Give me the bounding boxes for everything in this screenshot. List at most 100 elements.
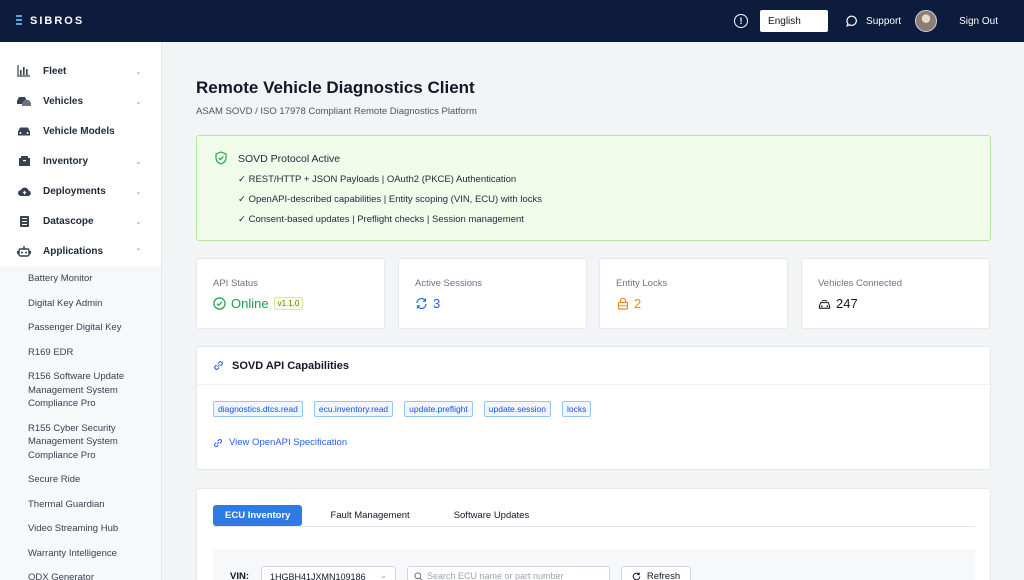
sidebar-item-label: Datascope [43, 215, 94, 227]
protocol-status-alert: SOVD Protocol Active ✓ REST/HTTP + JSON … [196, 135, 991, 241]
inventory-icon [16, 154, 32, 168]
sidebar-subitem-r155-csms[interactable]: R155 Cyber Security Management System Co… [0, 418, 161, 470]
sidebar-subitem-warranty-intelligence[interactable]: Warranty Intelligence [0, 543, 161, 568]
stat-value: 247 [818, 296, 858, 311]
robot-icon [16, 244, 32, 258]
car-connected-icon [818, 297, 831, 310]
support-label: Support [866, 15, 902, 27]
chevron-down-icon: ⌄ [135, 187, 142, 196]
protocol-feature: ✓ OpenAPI-described capabilities | Entit… [238, 194, 542, 205]
capability-tag: update.preflight [404, 401, 473, 417]
link-icon [214, 438, 222, 447]
chevron-down-icon: ⌄ [135, 67, 142, 76]
chevron-down-icon: ⌄ [135, 217, 142, 226]
sidebar-subitem-battery-monitor[interactable]: Battery Monitor [0, 268, 161, 293]
chevron-down-icon: ⌄ [135, 157, 142, 166]
filter-bar: VIN: 1HGBH41JXMN109186 ⌄ Refresh [213, 549, 975, 580]
stat-label: Entity Locks [616, 278, 668, 289]
view-openapi-link[interactable]: View OpenAPI Specification [213, 437, 347, 448]
stat-card-api-status: API Status Online v1.1.0 [196, 258, 385, 329]
tab-software-updates[interactable]: Software Updates [442, 505, 542, 526]
language-select[interactable]: English [760, 10, 829, 32]
chevron-up-icon: ⌃ [135, 247, 142, 256]
vin-label: VIN: [230, 571, 249, 580]
user-avatar[interactable] [915, 10, 938, 32]
chevron-down-icon: ⌄ [380, 571, 387, 580]
check-circle-icon [213, 297, 226, 310]
stat-card-active-sessions: Active Sessions 3 [398, 258, 587, 329]
refresh-icon [632, 572, 641, 580]
sidebar-item-deployments[interactable]: Deployments ⌄ [0, 176, 161, 206]
sidebar-subitem-odx-generator[interactable]: ODX Generator [0, 567, 161, 580]
search-icon [414, 571, 423, 580]
brand-logo[interactable]: SIBROS [14, 14, 84, 28]
version-badge: v1.1.0 [273, 297, 304, 310]
vin-value: 1HGBH41JXMN109186 [270, 572, 366, 580]
sidebar-item-label: Deployments [43, 185, 106, 197]
support-link[interactable]: Support [846, 15, 901, 27]
cloud-upload-icon [16, 184, 32, 198]
sidebar-subitem-r156-sums[interactable]: R156 Software Update Management System C… [0, 366, 161, 418]
refresh-button[interactable]: Refresh [621, 566, 691, 580]
brand-name: SIBROS [30, 15, 85, 27]
refresh-label: Refresh [646, 570, 681, 580]
capability-tags: diagnostics.dtcs.read ecu.inventory.read… [213, 401, 602, 417]
sidebar-item-vehicles[interactable]: Vehicles ⌄ [0, 86, 161, 116]
sync-icon [415, 297, 428, 310]
vehicles-icon [16, 94, 32, 108]
car-icon [16, 124, 32, 138]
sidebar-item-inventory[interactable]: Inventory ⌄ [0, 146, 161, 176]
vin-select[interactable]: 1HGBH41JXMN109186 ⌄ [261, 566, 396, 580]
stat-label: API Status [213, 278, 258, 289]
sibros-logo-icon [16, 15, 22, 25]
tab-fault-management[interactable]: Fault Management [318, 505, 421, 526]
capability-tag: locks [561, 401, 592, 417]
sidebar-subitem-digital-key-admin[interactable]: Digital Key Admin [0, 293, 161, 318]
sidebar-subitem-passenger-digital-key[interactable]: Passenger Digital Key [0, 317, 161, 342]
sign-out-button[interactable]: Sign Out [959, 16, 998, 27]
tab-bar: ECU Inventory Fault Management Software … [213, 505, 975, 527]
ecu-search-input[interactable] [427, 571, 607, 580]
page-title: Remote Vehicle Diagnostics Client [196, 78, 475, 97]
stat-label: Vehicles Connected [818, 278, 902, 289]
sidebar-item-label: Vehicles [43, 95, 84, 107]
capabilities-title: SOVD API Capabilities [232, 359, 349, 372]
lock-icon [616, 297, 629, 310]
chevron-down-icon: ⌄ [135, 97, 142, 106]
stat-card-entity-locks: Entity Locks 2 [599, 258, 788, 329]
capability-tag: diagnostics.dtcs.read [213, 401, 303, 417]
sidebar-item-fleet[interactable]: Fleet ⌄ [0, 56, 161, 86]
sidebar-item-label: Applications [43, 245, 104, 257]
tab-ecu-inventory[interactable]: ECU Inventory [213, 505, 303, 526]
sidebar-subitem-thermal-guardian[interactable]: Thermal Guardian [0, 494, 161, 519]
bar-chart-icon [16, 64, 32, 78]
capabilities-card: SOVD API Capabilities diagnostics.dtcs.r… [196, 346, 991, 470]
ecu-search-field[interactable] [407, 566, 610, 580]
sidebar-item-applications[interactable]: Applications ⌃ [0, 236, 161, 266]
active-sessions-count: 3 [433, 296, 441, 311]
vehicles-connected-count: 247 [836, 296, 858, 311]
sidebar-item-datascope[interactable]: Datascope ⌄ [0, 206, 161, 236]
sidebar-item-label: Fleet [43, 65, 67, 77]
top-bar: SIBROS ! English Support Sign Out [0, 0, 1024, 42]
info-icon[interactable]: ! [734, 14, 749, 28]
protocol-feature: ✓ REST/HTTP + JSON Payloads | OAuth2 (PK… [238, 174, 517, 185]
stat-value: 3 [415, 296, 440, 311]
ecu-tabs-card: ECU Inventory Fault Management Software … [196, 488, 991, 580]
sidebar-item-vehicle-models[interactable]: Vehicle Models [0, 116, 161, 146]
sidebar-subitem-secure-ride[interactable]: Secure Ride [0, 469, 161, 494]
sidebar-subitem-video-streaming-hub[interactable]: Video Streaming Hub [0, 518, 161, 543]
main-content: Remote Vehicle Diagnostics Client ASAM S… [162, 42, 1024, 580]
protocol-title: SOVD Protocol Active [238, 153, 341, 165]
shield-check-icon [215, 151, 227, 165]
stat-label: Active Sessions [415, 278, 483, 289]
link-icon [214, 361, 223, 370]
sidebar-item-label: Vehicle Models [43, 125, 115, 137]
stat-value: Online v1.1.0 [213, 296, 304, 311]
openapi-link-label: View OpenAPI Specification [229, 437, 348, 448]
capability-tag: ecu.inventory.read [313, 401, 394, 417]
sidebar-subitem-r169-edr[interactable]: R169 EDR [0, 342, 161, 367]
protocol-feature: ✓ Consent-based updates | Preflight chec… [238, 214, 524, 225]
api-status-text: Online [231, 296, 269, 311]
page-subtitle: ASAM SOVD / ISO 17978 Compliant Remote D… [196, 106, 477, 117]
